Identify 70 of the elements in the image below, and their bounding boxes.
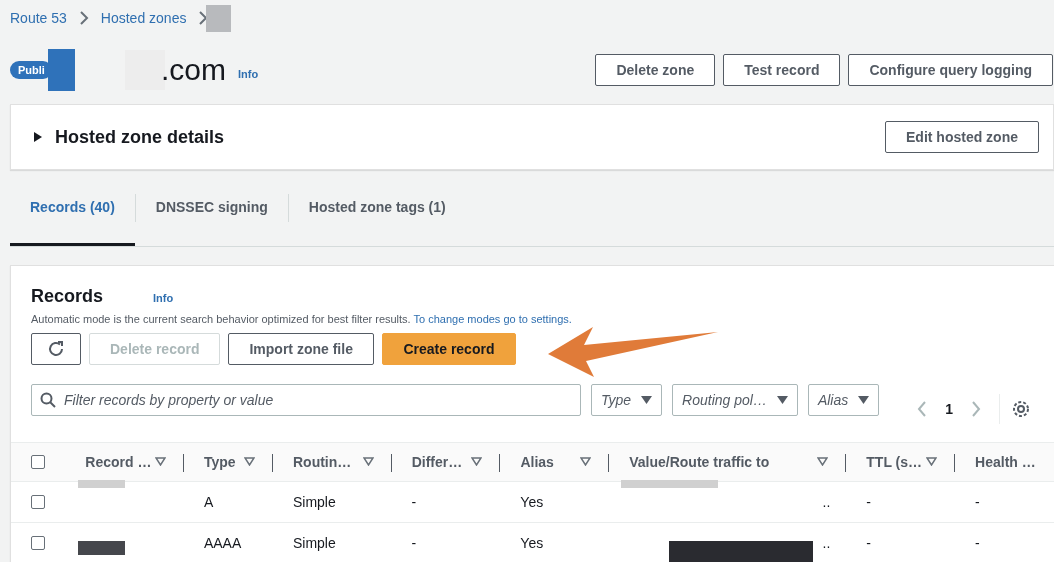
filter-dropdown[interactable]: Alias xyxy=(807,384,880,416)
redacted-block xyxy=(206,4,232,32)
sort-icon xyxy=(926,457,938,466)
table-cell: Simple xyxy=(292,494,336,510)
tab[interactable]: Records (40) xyxy=(10,171,135,246)
table-cell: Yes xyxy=(520,494,544,510)
sort-icon xyxy=(244,457,255,466)
column-header[interactable]: Record … xyxy=(85,454,152,470)
sort-icon xyxy=(817,457,829,466)
table-cell: A xyxy=(203,494,214,510)
refresh-button[interactable] xyxy=(31,333,81,365)
checkbox[interactable] xyxy=(31,495,46,509)
action-button[interactable]: Import zone file xyxy=(228,333,374,365)
search-icon xyxy=(40,392,56,408)
sort-icon xyxy=(362,457,374,466)
search-field[interactable]: Filter records by property or value xyxy=(31,384,581,416)
column-header[interactable]: Alias xyxy=(520,454,554,470)
table-cell: - xyxy=(411,535,417,551)
settings-link[interactable]: To change modes go to settings. xyxy=(413,313,572,325)
tab[interactable]: DNSSEC signing xyxy=(135,171,288,246)
description-text: Automatic mode is the current search behavior optimized for best filter results. xyxy=(31,313,411,325)
table-cell: - xyxy=(866,494,871,510)
create-button[interactable]: Create record xyxy=(381,333,516,365)
column-header[interactable]: Type xyxy=(203,454,236,470)
header-button[interactable]: Delete zone xyxy=(595,54,716,86)
zone-title: .com xyxy=(161,53,226,87)
breadcrumb-link[interactable]: Route 53 xyxy=(10,10,67,26)
column-header[interactable]: Health … xyxy=(975,454,1036,470)
chevron-right-icon xyxy=(971,401,982,417)
table-cell: AAAA xyxy=(203,535,242,551)
header-button[interactable]: Test record xyxy=(723,54,841,86)
header-button[interactable]: Configure query logging xyxy=(848,54,1053,86)
table-cell: Yes xyxy=(520,535,544,551)
column-header[interactable]: Routin… xyxy=(293,454,352,470)
edit-button[interactable]: Edit hosted zone xyxy=(885,121,1039,153)
sort-icon xyxy=(154,457,166,466)
table-cell: - xyxy=(975,535,980,551)
redacted-block xyxy=(48,49,75,91)
redacted-block xyxy=(78,541,126,555)
refresh-icon xyxy=(47,340,65,358)
sort-icon xyxy=(471,457,483,466)
sort-icon xyxy=(580,457,592,466)
table-cell: - xyxy=(975,494,980,510)
checkbox[interactable] xyxy=(31,455,46,469)
chevron-right-icon xyxy=(78,11,89,25)
column-header[interactable]: TTL (s… xyxy=(866,454,923,470)
section-title: Hosted zone details xyxy=(55,126,225,148)
table-cell: .. xyxy=(822,535,831,551)
table-cell: Simple xyxy=(292,535,336,551)
redacted-block xyxy=(78,480,126,488)
breadcrumb-link[interactable]: Hosted zones xyxy=(100,10,187,26)
filter-dropdown[interactable]: Type xyxy=(591,384,663,416)
column-header[interactable]: Value/Route traffic to xyxy=(629,454,770,470)
page-number[interactable]: 1 xyxy=(945,401,954,417)
info-link[interactable]: Info xyxy=(153,292,174,304)
table-cell: - xyxy=(866,535,871,551)
caret-down-icon xyxy=(858,396,870,404)
column-header[interactable]: Differ… xyxy=(411,454,463,470)
tab[interactable]: Hosted zone tags (1) xyxy=(288,171,466,246)
chevron-left-icon xyxy=(917,401,928,417)
table-cell: - xyxy=(411,494,417,510)
table-cell: .. xyxy=(822,494,831,510)
checkbox[interactable] xyxy=(31,536,46,550)
chevron-right-icon xyxy=(198,11,209,25)
settings-icon xyxy=(1012,400,1031,418)
section-title: Records xyxy=(31,286,104,307)
caret-down-icon xyxy=(641,396,653,404)
caret-down-icon xyxy=(776,396,788,404)
filter-dropdown[interactable]: Routing pol… xyxy=(672,384,798,416)
info-link[interactable]: Info xyxy=(238,68,259,80)
